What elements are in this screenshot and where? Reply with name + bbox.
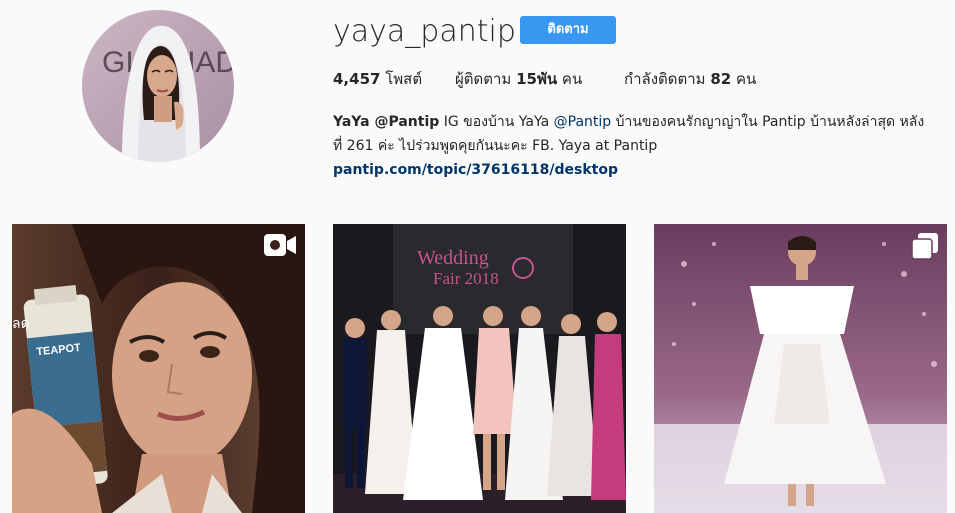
event-title-text: Wedding — [417, 247, 489, 269]
posts-stat: 4,457 โพสต์ — [333, 68, 422, 90]
followers-stat[interactable]: ผู้ติดตาม 15พัน คน — [455, 68, 582, 90]
bio-text-part-1: IG ของบ้าน YaYa — [439, 114, 554, 130]
post-tile[interactable]: Wedding Fair 2018 — [333, 224, 626, 513]
multiple-images-icon — [911, 233, 938, 260]
post-tile[interactable]: TEAPOT ลด — [12, 224, 305, 513]
following-unit: คน — [736, 70, 757, 88]
edge-text: ลด — [12, 315, 30, 331]
followers-label: ผู้ติดตาม — [455, 70, 512, 88]
following-count: 82 — [710, 70, 732, 88]
posts-label: โพสต์ — [385, 70, 423, 88]
following-label: กำลังติดตาม — [624, 70, 706, 88]
post-tile[interactable] — [654, 224, 947, 513]
following-stat[interactable]: กำลังติดตาม 82 คน — [624, 68, 756, 90]
event-subtitle-text: Fair 2018 — [433, 269, 499, 288]
posts-count: 4,457 — [333, 70, 381, 88]
avatar[interactable]: GIGI HADID — [82, 10, 234, 162]
bio-external-link[interactable]: pantip.com/topic/37616118/desktop — [333, 158, 933, 182]
video-camera-icon — [264, 234, 296, 256]
followers-count: 15พัน — [516, 70, 558, 88]
followers-unit: คน — [561, 70, 583, 88]
bio-full-name: YaYa @Pantip — [333, 114, 440, 130]
profile-bio: YaYa @Pantip IG ของบ้าน YaYa @Pantip บ้า… — [333, 110, 933, 182]
username: yaya_pantip — [333, 14, 516, 49]
bio-mention-link[interactable]: @Pantip — [554, 114, 612, 130]
profile-page: GIGI HADID yaya_pantip ติดตาม 4,457 โพสต… — [0, 0, 955, 513]
follow-button[interactable]: ติดตาม — [520, 16, 616, 44]
